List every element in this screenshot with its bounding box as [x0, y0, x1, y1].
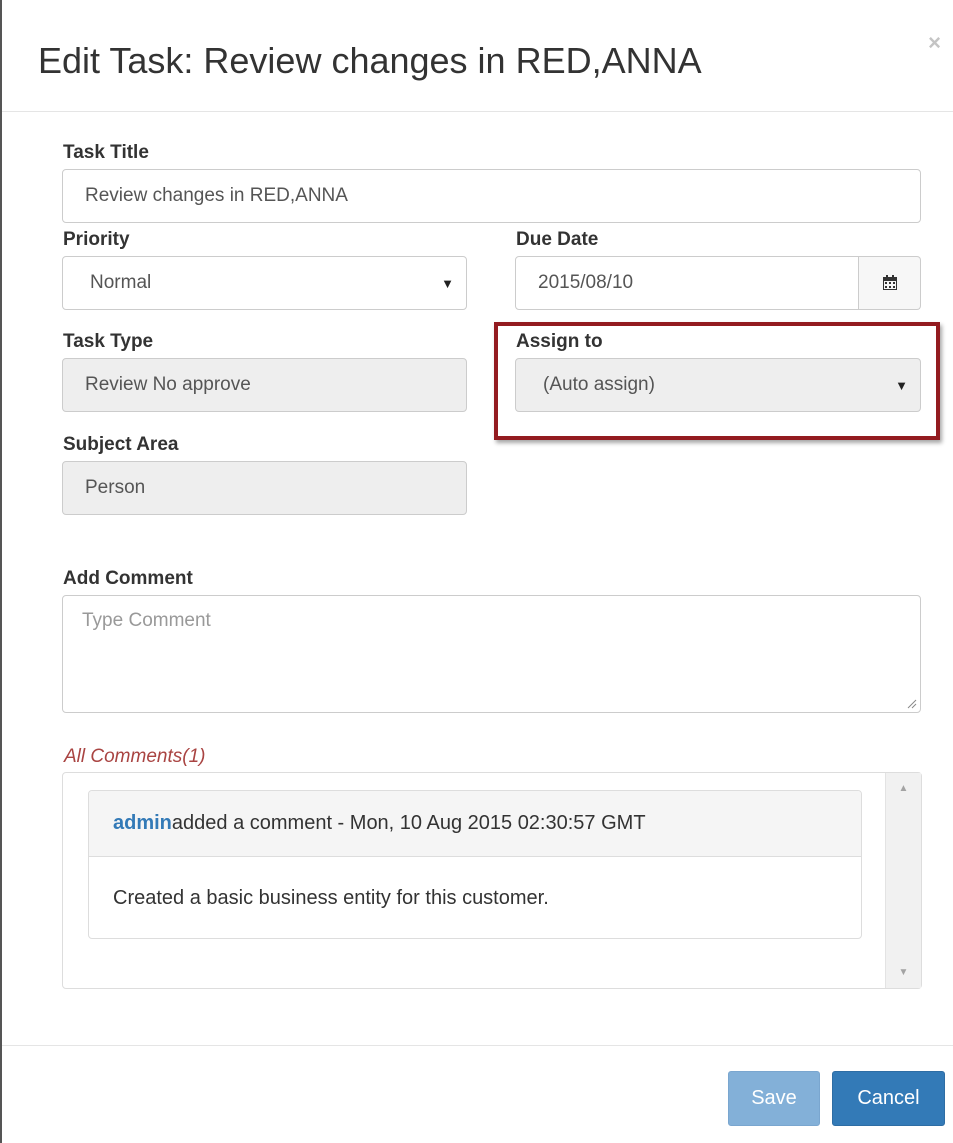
priority-value: Normal	[90, 272, 152, 293]
subject-area-field: Person	[62, 461, 467, 515]
comment-item: admin added a comment - Mon, 10 Aug 2015…	[88, 790, 862, 939]
scroll-down-icon[interactable]: ▼	[886, 967, 921, 978]
due-date-label: Due Date	[516, 229, 599, 250]
cancel-button[interactable]: Cancel	[832, 1071, 945, 1126]
comment-author-link[interactable]: admin	[113, 812, 172, 835]
calendar-button[interactable]	[859, 256, 921, 310]
task-title-input[interactable]: Review changes in RED,ANNA	[62, 169, 921, 223]
dialog-title: Edit Task: Review changes in RED,ANNA	[38, 40, 702, 81]
due-date-value: 2015/08/10	[538, 272, 634, 293]
task-type-value: Review No approve	[85, 374, 251, 395]
due-date-input[interactable]: 2015/08/10	[515, 256, 859, 310]
task-type-label: Task Type	[63, 331, 154, 352]
chevron-down-icon: ▼	[441, 275, 454, 291]
all-comments-header: All Comments(1)	[64, 746, 206, 767]
subject-area-value: Person	[85, 477, 146, 498]
comment-heading: admin added a comment - Mon, 10 Aug 2015…	[89, 791, 861, 857]
scroll-up-icon[interactable]: ▲	[886, 783, 921, 794]
close-button[interactable]: ×	[928, 32, 941, 54]
dialog-header: Edit Task: Review changes in RED,ANNA ×	[2, 0, 953, 112]
subject-area-label: Subject Area	[63, 434, 179, 455]
task-title-value: Review changes in RED,ANNA	[85, 185, 348, 206]
edit-task-dialog: Edit Task: Review changes in RED,ANNA × …	[0, 0, 953, 1143]
assign-to-highlight	[494, 322, 940, 440]
comments-list: admin added a comment - Mon, 10 Aug 2015…	[62, 772, 922, 989]
priority-label: Priority	[63, 229, 130, 250]
calendar-icon	[882, 275, 897, 290]
priority-select[interactable]: Normal ▼	[62, 256, 467, 310]
comment-body: Created a basic business entity for this…	[113, 886, 549, 909]
comment-placeholder: Type Comment	[82, 610, 211, 631]
resize-handle-icon[interactable]	[907, 699, 917, 709]
task-type-field: Review No approve	[62, 358, 467, 412]
save-button[interactable]: Save	[728, 1071, 820, 1126]
add-comment-label: Add Comment	[63, 568, 193, 589]
comment-meta: added a comment - Mon, 10 Aug 2015 02:30…	[171, 812, 646, 834]
comments-scrollbar[interactable]: ▲ ▼	[885, 773, 921, 988]
task-title-label: Task Title	[63, 142, 149, 163]
add-comment-textarea[interactable]: Type Comment	[62, 595, 921, 713]
